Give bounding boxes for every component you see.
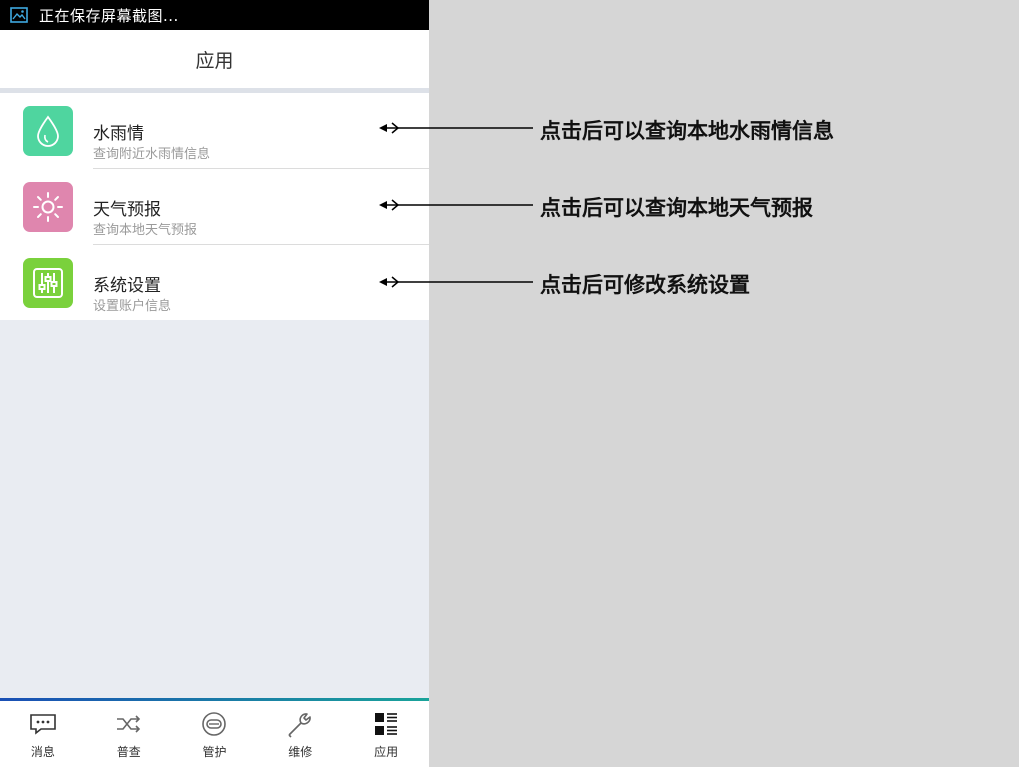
tab-survey[interactable]: 普查 (86, 701, 172, 767)
tab-label: 消息 (30, 745, 55, 759)
status-bar: 正在保存屏幕截图... (0, 0, 429, 30)
arrow-icon (379, 199, 533, 211)
app-item-subtitle: 设置账户信息 (93, 299, 172, 314)
app-list: 水雨情 查询附近水雨情信息 天气预报 查询本地天气预报 系统设置 设置账户信息 (0, 93, 429, 320)
arrow-icon (379, 276, 533, 288)
tab-messages[interactable]: 消息 (0, 701, 86, 767)
grid-list-icon (372, 711, 400, 737)
tab-maintenance[interactable]: 管护 (172, 701, 258, 767)
annotation-weather: 点击后可以查询本地天气预报 (378, 190, 978, 220)
annotation-text: 点击后可以查询本地水雨情信息 (540, 119, 834, 143)
annotation-text: 点击后可修改系统设置 (540, 273, 750, 297)
water-drop-icon (23, 106, 73, 156)
annotation-text: 点击后可以查询本地天气预报 (540, 196, 813, 220)
app-item-water-rain[interactable]: 水雨情 查询附近水雨情信息 (0, 93, 429, 169)
tab-apps[interactable]: 应用 (343, 701, 429, 767)
bottom-tabbar: 消息 普查 管护 维修 应用 (0, 701, 429, 767)
app-item-settings[interactable]: 系统设置 设置账户信息 (0, 245, 429, 321)
tab-label: 维修 (288, 745, 313, 759)
tab-label: 管护 (202, 745, 227, 759)
screenshot-icon (10, 7, 28, 23)
wrench-icon (286, 711, 314, 738)
app-item-label: 水雨情 (93, 124, 144, 144)
sun-icon (23, 182, 73, 232)
phone-screen: 正在保存屏幕截图... 应用 水雨情 查询附近水雨情信息 天气预报 查询本地天气… (0, 0, 429, 767)
arrow-icon (379, 122, 533, 134)
shuffle-icon (115, 711, 143, 737)
tab-label: 应用 (374, 745, 399, 759)
app-item-weather[interactable]: 天气预报 查询本地天气预报 (0, 169, 429, 245)
annotation-water-rain: 点击后可以查询本地水雨情信息 (378, 113, 978, 143)
pipe-icon (200, 711, 228, 737)
app-item-label: 系统设置 (93, 276, 161, 296)
page-title: 应用 (0, 30, 429, 88)
tab-repair[interactable]: 维修 (257, 701, 343, 767)
status-text: 正在保存屏幕截图... (39, 6, 179, 25)
tab-label: 普查 (116, 745, 141, 759)
annotation-settings: 点击后可修改系统设置 (378, 267, 978, 297)
app-item-subtitle: 查询附近水雨情信息 (93, 147, 211, 162)
message-icon (29, 711, 57, 737)
app-item-label: 天气预报 (93, 200, 161, 220)
app-item-subtitle: 查询本地天气预报 (93, 223, 198, 238)
sliders-icon (23, 258, 73, 308)
